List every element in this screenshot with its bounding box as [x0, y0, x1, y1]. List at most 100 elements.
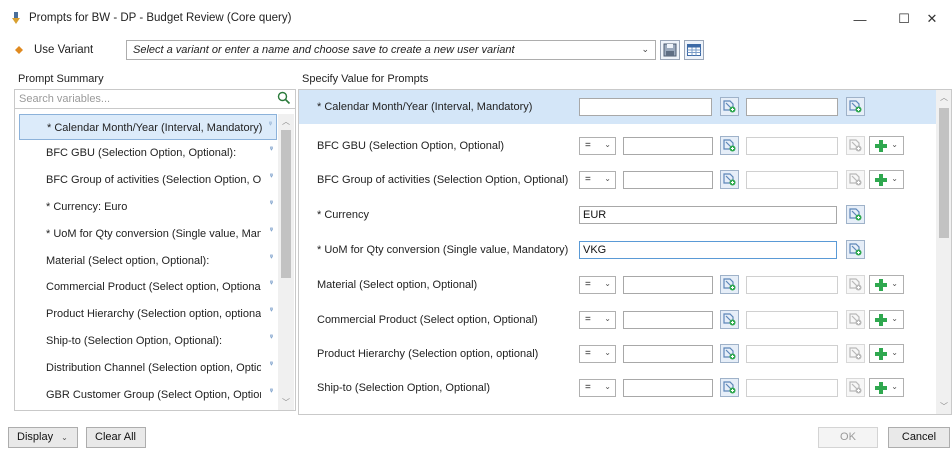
operator-value: =: [585, 279, 591, 290]
low-value-field[interactable]: [623, 345, 713, 363]
prompt-row: BFC GBU (Selection Option, Optional) = ⌄ ⌄: [299, 129, 937, 163]
value-help-button[interactable]: [720, 344, 739, 363]
left-scroll-thumb[interactable]: [281, 130, 291, 278]
prompt-summary-item[interactable]: BFC GBU (Selection Option, Optional): ᵠ: [19, 140, 277, 167]
prompt-summary-item[interactable]: Commercial Product (Select option, Optio…: [19, 274, 277, 301]
prompt-summary-label: GBR Customer Group (Select Option, Optio…: [46, 389, 261, 402]
prompt-summary-item[interactable]: * Calendar Month/Year (Interval, Mandato…: [19, 114, 277, 140]
chevron-down-icon: ⌄: [891, 348, 898, 357]
scroll-up-icon[interactable]: ︿: [936, 92, 951, 103]
clear-all-button[interactable]: Clear All: [86, 427, 146, 448]
prompt-label: Material (Select option, Optional): [317, 279, 478, 291]
right-scroll-thumb[interactable]: [939, 108, 949, 238]
value-field[interactable]: EUR: [579, 206, 837, 224]
ok-button[interactable]: OK: [818, 427, 878, 448]
prompt-summary-label: Ship-to (Selection Option, Optional):: [46, 335, 223, 348]
value-help-icon: [849, 381, 862, 394]
display-label: Display: [17, 431, 54, 443]
value-help-button[interactable]: [720, 310, 739, 329]
chevron-down-icon[interactable]: ⌄: [641, 44, 649, 55]
plus-icon: [875, 174, 887, 186]
minimize-button[interactable]: —: [838, 6, 882, 32]
prompt-summary-label: * Calendar Month/Year (Interval, Mandato…: [47, 122, 262, 134]
value-help-icon: [849, 173, 862, 186]
operator-dropdown[interactable]: = ⌄: [579, 137, 616, 155]
value-help-button[interactable]: [846, 205, 865, 224]
prompt-summary-item[interactable]: Ship-to (Selection Option, Optional): ᵠ: [19, 328, 277, 355]
interval-from-field[interactable]: [579, 98, 712, 116]
operator-dropdown[interactable]: = ⌄: [579, 379, 616, 397]
value-help-icon: [849, 139, 862, 152]
low-value-field[interactable]: [623, 379, 713, 397]
add-condition-button[interactable]: ⌄: [869, 275, 904, 294]
value-help-button[interactable]: [720, 136, 739, 155]
flag-icon: ᵠ: [269, 334, 273, 342]
add-condition-button[interactable]: ⌄: [869, 344, 904, 363]
close-button[interactable]: ✕: [910, 6, 952, 32]
prompt-summary-label: BFC GBU (Selection Option, Optional):: [46, 147, 237, 159]
chevron-down-icon: ⌄: [61, 433, 68, 442]
prompt-summary-label: Material (Select option, Optional):: [46, 254, 210, 267]
operator-dropdown[interactable]: = ⌄: [579, 171, 616, 189]
left-scrollbar[interactable]: ︿ ﹀: [278, 114, 294, 410]
prompt-summary-item[interactable]: BFC Group of activities (Selection Optio…: [19, 167, 277, 194]
scroll-down-icon[interactable]: ﹀: [936, 401, 951, 412]
value-help-button[interactable]: [846, 97, 865, 116]
value-field[interactable]: VKG: [579, 241, 837, 259]
low-value-field[interactable]: [623, 137, 713, 155]
prompt-summary-label: Product Hierarchy (Selection option, opt…: [46, 308, 261, 321]
scroll-up-icon[interactable]: ︿: [278, 116, 294, 127]
add-condition-button[interactable]: ⌄: [869, 136, 904, 155]
display-dropdown[interactable]: Display ⌄: [8, 427, 78, 448]
prompt-row: Product Hierarchy (Selection option, opt…: [299, 337, 937, 371]
operator-dropdown[interactable]: = ⌄: [579, 276, 616, 294]
add-condition-button[interactable]: ⌄: [869, 310, 904, 329]
variant-icon: [15, 46, 23, 54]
prompt-row: Ship-to (Selection Option, Optional) = ⌄ ⌄: [299, 371, 937, 405]
prompt-summary-item[interactable]: * Currency: Euro ᵠ: [19, 194, 277, 221]
low-value-field[interactable]: [623, 171, 713, 189]
operator-dropdown[interactable]: = ⌄: [579, 311, 616, 329]
low-value-field[interactable]: [623, 311, 713, 329]
prompt-row: Material (Select option, Optional) = ⌄ ⌄: [299, 268, 937, 302]
operator-value: =: [585, 348, 591, 359]
search-icon[interactable]: [277, 91, 291, 105]
search-box[interactable]: Search variables...: [15, 90, 295, 109]
value-help-icon: [849, 100, 862, 113]
value-help-button[interactable]: [720, 170, 739, 189]
prompt-summary-item[interactable]: Distribution Channel (Selection option, …: [19, 355, 277, 382]
value-help-button[interactable]: [720, 97, 739, 116]
prompt-row: * Currency EUR: [299, 198, 937, 232]
scroll-down-icon[interactable]: ﹀: [278, 397, 294, 408]
value-help-button[interactable]: [720, 378, 739, 397]
prompt-summary-item[interactable]: Material (Select option, Optional): ᵠ: [19, 248, 277, 275]
high-value-field: [746, 276, 838, 294]
value-help-button[interactable]: [720, 275, 739, 294]
high-value-field: [746, 345, 838, 363]
prompt-summary-item[interactable]: Product Hierarchy (Selection option, opt…: [19, 301, 277, 328]
search-input[interactable]: Search variables...: [19, 93, 110, 105]
value-help-button: [846, 344, 865, 363]
operator-dropdown[interactable]: = ⌄: [579, 345, 616, 363]
add-condition-button[interactable]: ⌄: [869, 170, 904, 189]
value-help-icon: [723, 100, 736, 113]
manage-variants-button[interactable]: [684, 40, 704, 60]
right-scrollbar[interactable]: ︿ ﹀: [936, 90, 951, 414]
value-help-button[interactable]: [846, 240, 865, 259]
plus-icon: [875, 348, 887, 360]
high-value-field: [746, 171, 838, 189]
cancel-button[interactable]: Cancel: [888, 427, 950, 448]
operator-value: =: [585, 314, 591, 325]
prompt-summary-item[interactable]: GBR Customer Group (Select Option, Optio…: [19, 382, 277, 409]
low-value-field[interactable]: [623, 276, 713, 294]
value-help-icon: [723, 278, 736, 291]
prompt-summary-item[interactable]: * UoM for Qty conversion (Single value, …: [19, 221, 277, 248]
prompt-summary-label: * UoM for Qty conversion (Single value, …: [46, 227, 261, 240]
chevron-down-icon: ⌄: [891, 140, 898, 149]
variant-combobox[interactable]: Select a variant or enter a name and cho…: [126, 40, 656, 60]
save-variant-button[interactable]: [660, 40, 680, 60]
plus-icon: [875, 140, 887, 152]
operator-value: =: [585, 174, 591, 185]
add-condition-button[interactable]: ⌄: [869, 378, 904, 397]
interval-to-field[interactable]: [746, 98, 838, 116]
